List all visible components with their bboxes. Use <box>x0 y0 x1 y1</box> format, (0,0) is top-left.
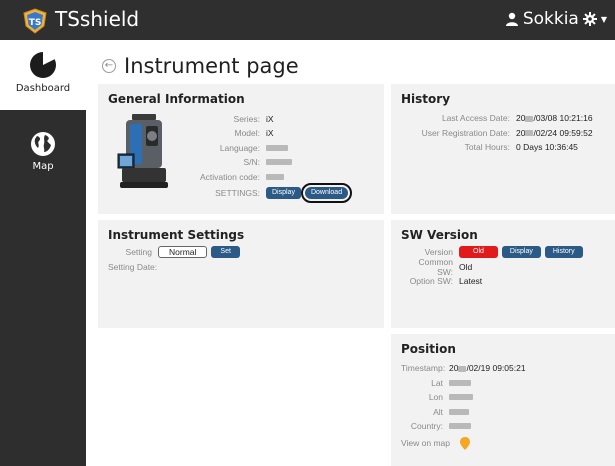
card-title: Position <box>401 342 456 356</box>
card-title: General Information <box>108 92 245 106</box>
svg-text:TS: TS <box>29 18 42 28</box>
field-label: User Registration Date: <box>421 127 510 138</box>
main-content: ← Instrument page General Information Se… <box>86 40 615 466</box>
series-value: iX <box>266 113 274 124</box>
map-pin-icon[interactable] <box>459 436 470 450</box>
history-card: History Last Access Date: 20/03/08 10:21:… <box>391 84 615 214</box>
display-button[interactable]: Display <box>501 246 541 258</box>
field-label: Setting Date: <box>108 261 158 272</box>
page-title: Instrument page <box>124 54 299 78</box>
field-label: Last Access Date: <box>441 113 510 123</box>
display-button[interactable]: Display <box>266 186 301 199</box>
field-label: Total Hours: <box>464 142 510 152</box>
sidebar-item-label: Map <box>32 161 54 172</box>
field-label: Activation code: <box>199 171 260 182</box>
field-label: SETTINGS: <box>215 187 260 198</box>
redacted-value <box>266 159 292 165</box>
model-value: iX <box>266 128 274 138</box>
total-hours-value: 0 Days 10:36:45 <box>516 142 578 152</box>
general-info-fields: Series: iX Model: iX Language: S/N: Activa… <box>188 110 353 203</box>
pie-chart-icon <box>30 51 56 78</box>
general-information-card: General Information Series: iX Model: iX L… <box>98 84 384 214</box>
user-menu[interactable]: Sokkia ▼ <box>505 9 607 29</box>
field-label: Timestamp: <box>401 363 446 373</box>
field-label: Version <box>424 247 453 257</box>
timestamp-value: 20/02/19 09:05:21 <box>449 363 526 373</box>
chevron-down-icon[interactable]: ▼ <box>601 15 607 24</box>
sidebar-item-label: Dashboard <box>15 83 71 94</box>
sw-version-card: SW Version Version Old Display History Comm… <box>391 220 615 328</box>
sidebar-item-dashboard[interactable]: Dashboard <box>0 40 86 110</box>
field-label: Setting <box>125 247 152 257</box>
user-name: Sokkia <box>522 9 579 29</box>
registration-value: 20/02/24 09:59:52 <box>516 127 593 138</box>
top-bar: TS TSshield Sokkia ▼ <box>0 0 615 40</box>
field-label: Country: <box>410 421 443 431</box>
redacted-value <box>449 423 471 429</box>
redacted-value <box>449 379 471 386</box>
field-label: Language: <box>219 142 260 153</box>
page-header: ← Instrument page <box>102 54 299 78</box>
redacted-value <box>449 408 469 415</box>
common-sw-value: Old <box>459 261 473 272</box>
field-label: Series: <box>233 113 260 124</box>
field-label: Alt <box>433 406 443 417</box>
card-title: SW Version <box>401 228 478 242</box>
redacted-value <box>449 394 473 400</box>
total-station-image <box>117 114 168 188</box>
setting-select[interactable]: Normal <box>158 246 208 258</box>
sidebar: Dashboard Map <box>0 40 86 466</box>
app-title: TSshield <box>55 7 140 31</box>
field-label: Option SW: <box>409 276 453 286</box>
instrument-settings-card: Instrument Settings Setting Normal Set Set… <box>98 220 384 328</box>
globe-icon <box>31 132 55 156</box>
last-access-value: 20/03/08 10:21:16 <box>516 113 593 123</box>
history-button[interactable]: History <box>544 246 583 258</box>
set-button[interactable]: Set <box>211 246 240 258</box>
field-label: Lat <box>431 377 443 388</box>
redacted-value <box>266 173 284 180</box>
option-sw-value: Latest <box>459 276 483 286</box>
field-label: S/N: <box>243 157 260 167</box>
redacted-value <box>266 144 288 151</box>
field-label: View on map <box>401 438 450 448</box>
sidebar-item-map[interactable]: Map <box>0 128 86 188</box>
field-label: Common SW: <box>418 256 453 277</box>
history-fields: Last Access Date: 20/03/08 10:21:16 User … <box>401 112 605 153</box>
position-card: Position Timestamp: 20/02/19 09:05:21 Lat… <box>391 334 615 466</box>
user-icon <box>505 12 518 26</box>
old-version-button[interactable]: Old <box>459 246 498 258</box>
field-label: Lon <box>428 392 443 402</box>
back-arrow-icon[interactable]: ← <box>102 59 116 73</box>
field-label: Model: <box>234 128 260 138</box>
download-button[interactable]: Download <box>300 182 353 203</box>
card-title: History <box>401 92 451 106</box>
gear-icon[interactable] <box>582 12 597 26</box>
card-title: Instrument Settings <box>108 228 245 242</box>
tsshield-logo: TS <box>23 8 47 34</box>
